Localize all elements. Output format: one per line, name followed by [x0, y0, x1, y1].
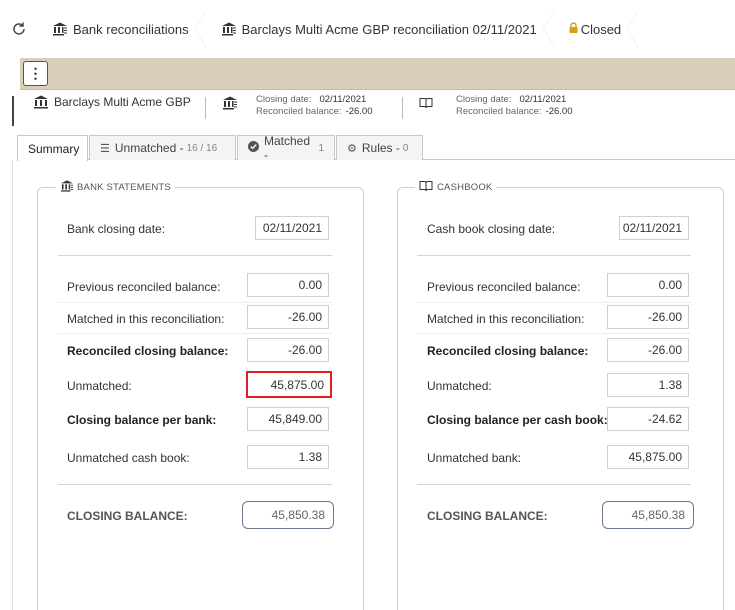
- previous-reconciled-balance-field: 0.00: [607, 273, 689, 297]
- divider: [58, 255, 332, 256]
- tab-count: 1: [318, 142, 324, 154]
- row-label: Closing balance per bank:: [67, 413, 217, 427]
- previous-reconciled-balance-field: 0.00: [247, 273, 329, 297]
- divider: [58, 302, 332, 303]
- reconciled-label: Reconciled balance:: [256, 106, 342, 117]
- divider: [58, 333, 332, 334]
- tab-label: Unmatched -: [114, 141, 184, 155]
- bank-statement-icon: [222, 96, 238, 110]
- row-label: Closing balance per cash book:: [427, 413, 608, 427]
- bank-closing-date-field[interactable]: 02/11/2021: [255, 216, 329, 240]
- tab-bar: Summary ☰ Unmatched - 16 / 16 Matched - …: [17, 134, 735, 162]
- check-circle-icon: [248, 141, 259, 155]
- divider: [417, 333, 691, 334]
- cashbook-info: Closing date: 02/11/2021 Reconciled balan…: [456, 94, 573, 118]
- tab-count: 0: [402, 142, 409, 154]
- breadcrumb-status: Closed: [555, 0, 640, 58]
- row-label: Matched in this reconciliation:: [427, 312, 585, 326]
- closing-balance-field: 45,850.38: [242, 501, 334, 529]
- row-label: Reconciled closing balance:: [427, 344, 589, 358]
- row-label: Matched in this reconciliation:: [67, 312, 225, 326]
- tab-label: Rules -: [361, 141, 400, 155]
- row-label: Unmatched cash book:: [67, 451, 190, 465]
- bank-statements-panel: [37, 187, 364, 610]
- status-label: Closed: [580, 21, 622, 37]
- account-name: Barclays Multi Acme GBP: [33, 95, 191, 109]
- closing-balance-per-bank-field: 45,849.00: [247, 407, 329, 431]
- lock-icon: [569, 22, 578, 36]
- bank-icon: [52, 22, 68, 36]
- closing-date-value: 02/11/2021: [519, 94, 567, 105]
- breadcrumb-bank-reconciliations[interactable]: Bank reconciliations: [38, 0, 207, 58]
- closing-date-label: Closing date:: [456, 94, 512, 105]
- unmatched-field[interactable]: 45,875.00: [246, 371, 332, 398]
- list-icon: ☰: [100, 142, 110, 155]
- breadcrumb-label: Barclays Multi Acme GBP reconciliation 0…: [241, 21, 537, 37]
- tab-summary[interactable]: Summary: [17, 135, 88, 161]
- divider: [417, 255, 691, 256]
- toolbar: ⋮: [20, 58, 735, 90]
- content-border: [12, 160, 13, 610]
- unmatched-bank-field: 45,875.00: [607, 445, 689, 469]
- tab-rules[interactable]: ⚙ Rules - 0: [336, 135, 423, 160]
- closing-date-value: 02/11/2021: [319, 94, 367, 105]
- closing-balance-label: CLOSING BALANCE:: [67, 509, 188, 523]
- matched-field: -26.00: [247, 305, 329, 329]
- unmatched-cash-book-field: 1.38: [247, 445, 329, 469]
- left-border: [12, 96, 14, 126]
- divider: [58, 484, 332, 485]
- row-label: Unmatched bank:: [427, 451, 522, 465]
- tab-unmatched[interactable]: ☰ Unmatched - 16 / 16: [89, 135, 236, 160]
- closing-date-label: Closing date:: [256, 94, 312, 105]
- book-icon: [419, 97, 433, 112]
- bank-closing-date-label: Bank closing date:: [67, 222, 166, 236]
- row-label: Previous reconciled balance:: [67, 280, 221, 294]
- tab-count: 16 / 16: [186, 142, 218, 154]
- row-label: Previous reconciled balance:: [427, 280, 581, 294]
- reconciled-closing-balance-field: -26.00: [607, 338, 689, 362]
- row-label: Reconciled closing balance:: [67, 344, 229, 358]
- bank-info: Closing date: 02/11/2021 Reconciled balan…: [256, 94, 373, 118]
- bank-icon: [33, 95, 49, 109]
- divider: [402, 97, 403, 119]
- row-label: Unmatched:: [427, 379, 492, 393]
- reconciled-closing-balance-field: -26.00: [247, 338, 329, 362]
- reconciled-value: -26.00: [545, 106, 573, 117]
- divider: [417, 484, 691, 485]
- book-icon: [419, 180, 433, 195]
- closing-balance-label: CLOSING BALANCE:: [427, 509, 548, 523]
- legend-label: CASHBOOK: [437, 182, 493, 193]
- breadcrumb-label: Bank reconciliations: [73, 21, 189, 37]
- tab-label: Matched -: [264, 134, 311, 162]
- unmatched-field: 1.38: [607, 373, 689, 397]
- cashbook-legend: CASHBOOK: [415, 180, 497, 195]
- bank-icon: [221, 22, 237, 36]
- matched-field: -26.00: [607, 305, 689, 329]
- divider: [417, 302, 691, 303]
- closing-balance-field: 45,850.38: [602, 501, 694, 529]
- cashbook-closing-date-field[interactable]: 02/11/2021: [619, 216, 689, 240]
- bank-statements-legend: BANK STATEMENTS: [56, 180, 175, 195]
- row-label: Unmatched:: [67, 379, 132, 393]
- bank-icon: [60, 180, 74, 195]
- closing-balance-per-cash-book-field: -24.62: [607, 407, 689, 431]
- cashbook-closing-date-label: Cash book closing date:: [427, 222, 556, 236]
- refresh-icon[interactable]: [0, 0, 38, 58]
- reconciled-label: Reconciled balance:: [456, 106, 542, 117]
- more-menu-button[interactable]: ⋮: [23, 61, 48, 86]
- gear-icon: ⚙: [347, 142, 357, 155]
- breadcrumb-reconciliation[interactable]: Barclays Multi Acme GBP reconciliation 0…: [207, 0, 555, 58]
- tab-matched[interactable]: Matched - 1: [237, 134, 335, 162]
- account-name-label: Barclays Multi Acme GBP: [54, 95, 191, 109]
- legend-label: BANK STATEMENTS: [77, 182, 171, 193]
- tab-label: Summary: [28, 141, 80, 156]
- reconciled-value: -26.00: [345, 106, 373, 117]
- breadcrumb: Bank reconciliations Barclays Multi Acme…: [0, 0, 735, 58]
- divider: [205, 97, 206, 119]
- cashbook-panel: [397, 187, 724, 610]
